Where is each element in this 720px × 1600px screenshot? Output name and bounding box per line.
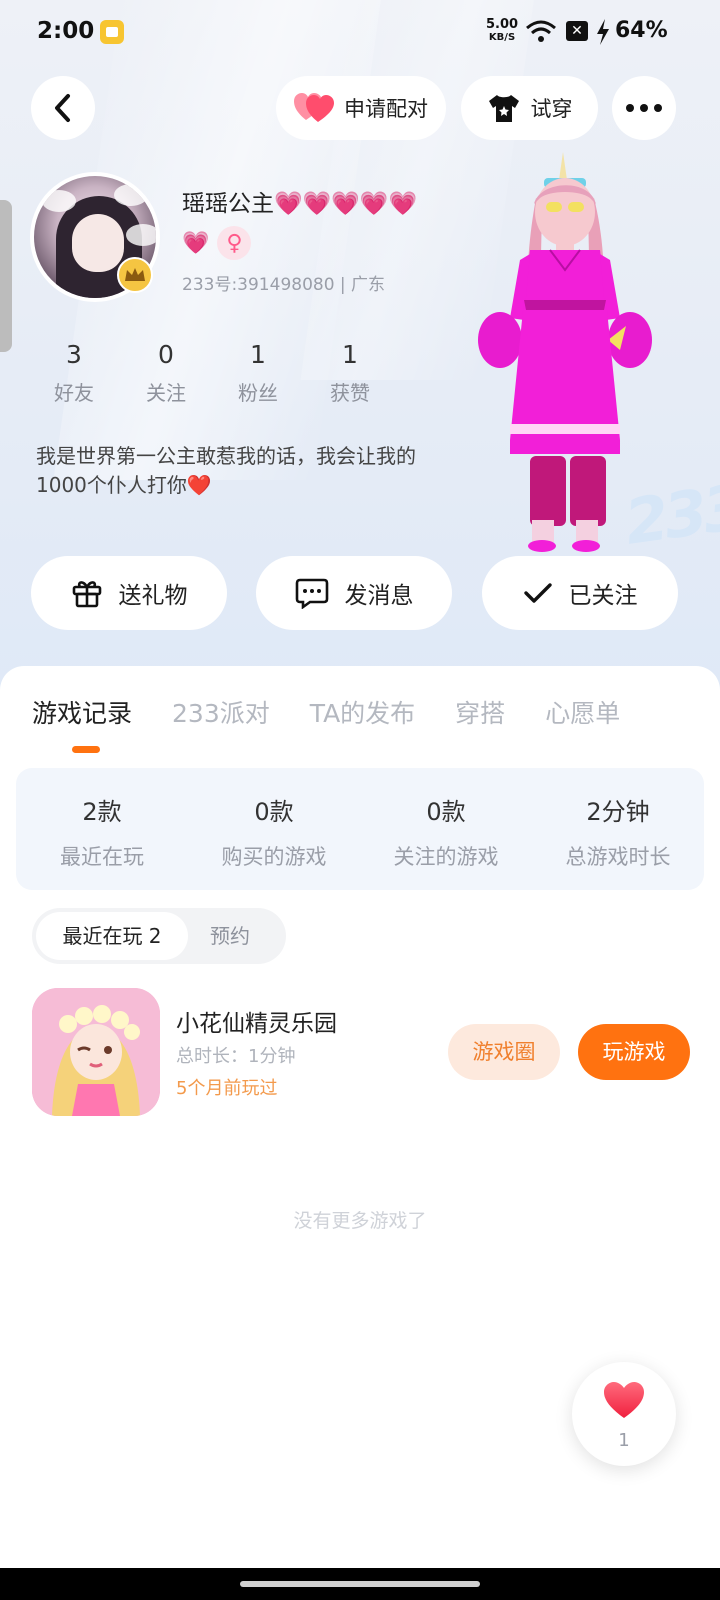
tab-bar: 游戏记录 233派对 TA的发布 穿搭 心愿单	[32, 694, 660, 730]
home-gesture-handle[interactable]	[240, 1581, 480, 1587]
double-heart-icon	[294, 93, 334, 122]
tab-posts[interactable]: TA的发布	[310, 694, 415, 730]
summary-value: 2款	[82, 798, 122, 826]
system-nav-bar	[0, 1568, 720, 1600]
nickname: 瑶瑶公主💗💗💗💗💗	[182, 191, 418, 217]
apply-pair-label: 申请配对	[344, 97, 428, 121]
avatar-blossom	[42, 190, 76, 212]
list-item[interactable]: 小花仙精灵乐园 总时长：1分钟 5个月前玩过 游戏圈 玩游戏	[32, 988, 692, 1118]
message-icon	[295, 578, 328, 609]
summary-recent[interactable]: 2款 最近在玩	[16, 768, 188, 890]
stat-value: 1	[342, 340, 358, 369]
stat-label: 粉丝	[238, 381, 278, 405]
game-icon[interactable]	[32, 988, 160, 1116]
like-count: 1	[618, 1430, 630, 1451]
status-bar: 2:00 5.00 KB/S ✕ 64%	[0, 0, 720, 64]
play-game-button[interactable]: 玩游戏	[578, 1024, 690, 1080]
tab-outfits[interactable]: 穿搭	[455, 694, 505, 730]
game-total-time: 总时长：1分钟	[176, 1046, 296, 1067]
game-circle-button[interactable]: 游戏圈	[448, 1024, 560, 1080]
stat-label: 关注	[146, 381, 186, 405]
send-message-label: 发消息	[344, 583, 414, 609]
send-message-button[interactable]: 发消息	[256, 556, 452, 630]
summary-purchased[interactable]: 0款 购买的游戏	[188, 768, 360, 890]
stat-label: 获赞	[330, 381, 370, 405]
tab-game-records[interactable]: 游戏记录	[32, 694, 132, 730]
summary-label: 关注的游戏	[393, 845, 499, 869]
game-last-played: 5个月前玩过	[176, 1078, 278, 1099]
status-time: 2:00	[37, 18, 95, 44]
more-dots-icon	[626, 104, 662, 112]
app-notification-icon	[100, 20, 124, 44]
heart-badge: 💗	[182, 230, 210, 256]
tshirt-icon	[488, 95, 519, 122]
female-gender-icon: ♀	[217, 226, 252, 260]
try-on-label: 试穿	[530, 97, 573, 121]
profile-stats: 3 好友 0 关注 1 粉丝 1 获赞	[28, 340, 398, 406]
stat-friends[interactable]: 3 好友	[28, 340, 120, 406]
try-on-button[interactable]: 试穿	[461, 76, 598, 140]
back-button[interactable]	[31, 76, 95, 140]
no-sim-icon: ✕	[566, 21, 588, 41]
active-tab-indicator	[72, 746, 100, 753]
badge-row: 💗 ♀	[182, 226, 252, 260]
summary-label: 最近在玩	[60, 845, 144, 869]
heart-icon	[604, 1382, 644, 1418]
summary-total-time[interactable]: 2分钟 总游戏时长	[532, 768, 704, 890]
crown-badge-icon	[117, 257, 153, 293]
like-button[interactable]: 1	[572, 1362, 676, 1466]
send-gift-label: 送礼物	[118, 583, 188, 609]
segment-recent[interactable]: 最近在玩 2	[36, 912, 188, 960]
summary-label: 总游戏时长	[565, 845, 671, 869]
tab-wishlist[interactable]: 心愿单	[545, 694, 620, 730]
stat-value: 3	[66, 340, 82, 369]
network-speed-value: 5.00	[486, 17, 519, 32]
followed-label: 已关注	[568, 583, 638, 609]
tab-233-party[interactable]: 233派对	[172, 694, 270, 730]
back-arrow-icon	[55, 94, 70, 122]
apply-pair-button[interactable]: 申请配对	[276, 76, 446, 140]
battery-percent: 64%	[615, 18, 668, 43]
list-segment-control: 最近在玩 2 预约	[32, 908, 286, 964]
stat-fans[interactable]: 1 粉丝	[212, 340, 304, 406]
stat-likes[interactable]: 1 获赞	[304, 340, 396, 406]
wifi-icon	[526, 20, 556, 42]
edge-handle[interactable]	[0, 200, 12, 352]
network-speed: 5.00 KB/S	[486, 18, 518, 44]
avatar-blossom	[126, 224, 156, 246]
network-speed-unit: KB/S	[488, 32, 516, 43]
bio-text: 我是世界第一公主敢惹我的话，我会让我的1000个仆人打你❤️	[36, 444, 416, 497]
avatar-face	[72, 214, 124, 272]
checkmark-icon	[523, 583, 552, 603]
send-gift-button[interactable]: 送礼物	[31, 556, 227, 630]
more-button[interactable]	[612, 76, 676, 140]
stat-value: 1	[250, 340, 266, 369]
summary-label: 购买的游戏	[221, 845, 327, 869]
avatar-blossom	[114, 184, 148, 206]
deco-233-text: 233	[620, 470, 720, 559]
stat-following[interactable]: 0 关注	[120, 340, 212, 406]
stat-label: 好友	[54, 381, 94, 405]
stat-value: 0	[158, 340, 174, 369]
game-name[interactable]: 小花仙精灵乐园	[176, 1004, 337, 1038]
summary-followed[interactable]: 0款 关注的游戏	[360, 768, 532, 890]
summary-value: 2分钟	[586, 798, 650, 826]
no-more-games-text: 没有更多游戏了	[293, 1210, 427, 1232]
gift-icon	[72, 581, 101, 608]
followed-button[interactable]: 已关注	[482, 556, 678, 630]
segment-reserve[interactable]: 预约	[210, 908, 250, 964]
user-id-location: 233号:391498080 | 广东	[182, 275, 386, 295]
summary-value: 0款	[426, 798, 466, 826]
summary-value: 0款	[254, 798, 294, 826]
charging-icon	[597, 19, 609, 45]
game-summary: 2款 最近在玩 0款 购买的游戏 0款 关注的游戏 2分钟 总游戏时长	[16, 768, 704, 890]
